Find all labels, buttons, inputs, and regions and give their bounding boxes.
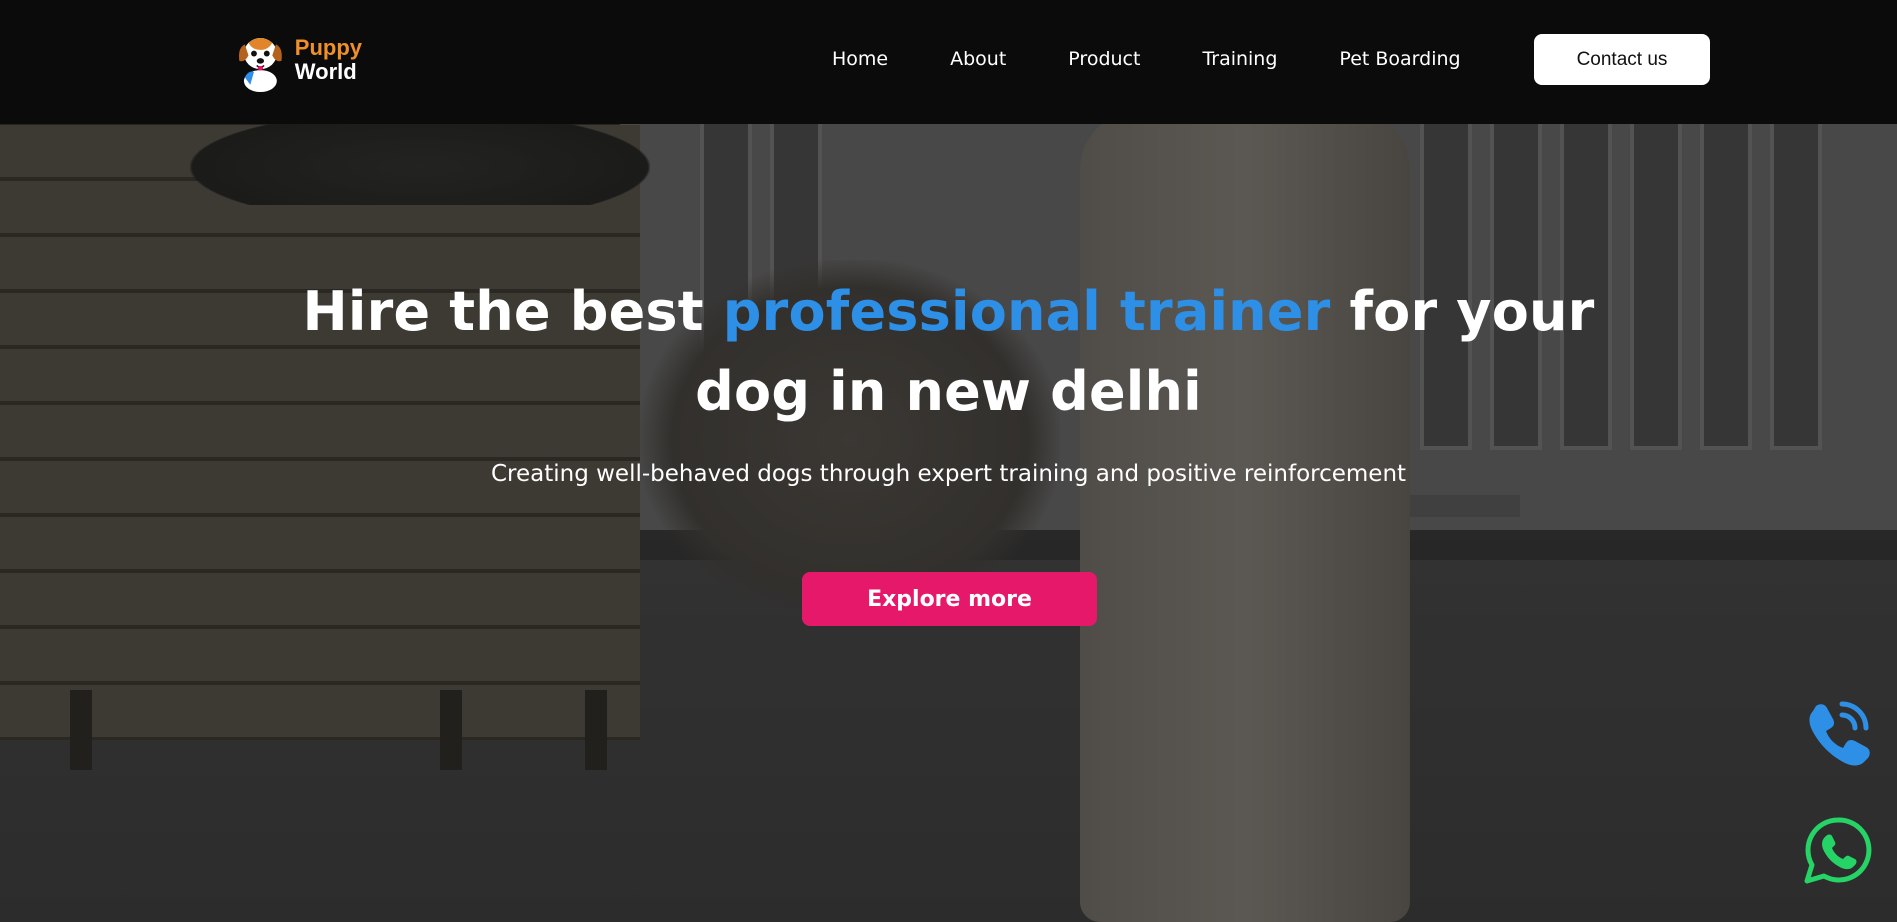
cartoon-dog-icon <box>238 38 282 93</box>
hero-subtitle: Creating well-behaved dogs through exper… <box>490 461 1407 487</box>
whatsapp-icon <box>1804 817 1872 884</box>
phone-call-icon <box>1809 701 1870 766</box>
contact-us-button[interactable]: Contact us <box>1534 34 1710 85</box>
brand-wordmark: Puppy World <box>295 36 362 84</box>
nav-link-home[interactable]: Home <box>832 48 888 70</box>
hero-content: Hire the best professional trainer for y… <box>300 272 1597 490</box>
main-nav: Home About Product Training Pet Boarding <box>832 48 1461 70</box>
brand-logo[interactable]: Puppy World <box>232 24 362 96</box>
hero-title-accent: professional trainer <box>722 280 1331 343</box>
nav-link-product[interactable]: Product <box>1068 48 1140 70</box>
hero-title: Hire the best professional trainer for y… <box>300 272 1597 432</box>
nav-link-training[interactable]: Training <box>1202 48 1277 70</box>
site-header: Puppy World Home About Product Training … <box>0 0 1897 124</box>
whatsapp-button[interactable] <box>1802 814 1874 886</box>
brand-line-1: Puppy <box>294 35 362 60</box>
explore-more-button[interactable]: Explore more <box>802 572 1097 626</box>
phone-call-button[interactable] <box>1802 696 1874 768</box>
hero-title-start: Hire the best <box>302 280 723 343</box>
brand-line-2: World <box>294 59 357 84</box>
nav-link-about[interactable]: About <box>950 48 1006 70</box>
nav-link-pet-boarding[interactable]: Pet Boarding <box>1339 48 1460 70</box>
